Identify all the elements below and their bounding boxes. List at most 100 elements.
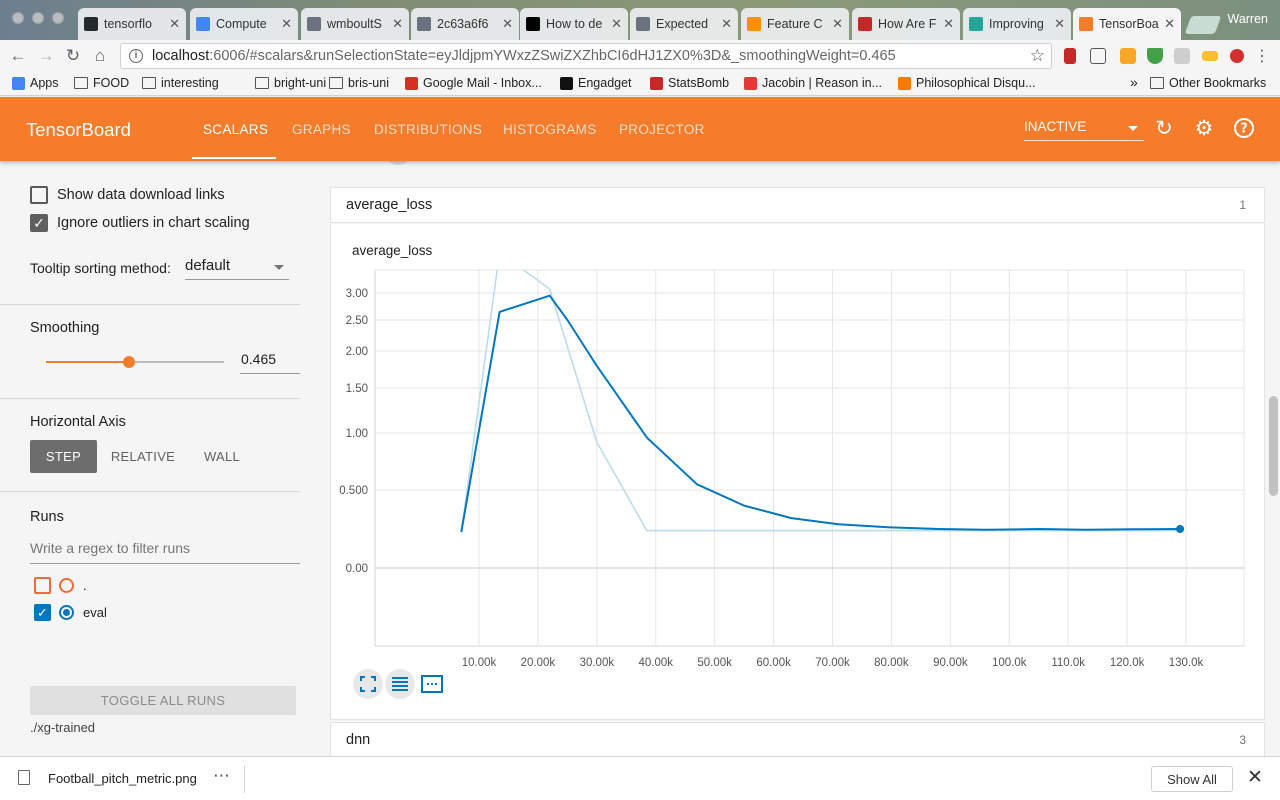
tab-close-icon[interactable]: ✕ [502, 16, 513, 32]
browser-tab[interactable]: Improving ✕ [963, 8, 1071, 40]
tensorboard-icon [1079, 17, 1093, 31]
bookmark-item[interactable]: FOOD [74, 76, 129, 90]
smoothing-input[interactable]: 0.465 [240, 351, 300, 374]
browser-tab[interactable]: How Are F ✕ [852, 8, 960, 40]
browser-tab[interactable]: tensorflo ✕ [78, 8, 186, 40]
axis-wall-button[interactable]: WALL [192, 440, 252, 473]
bookmark-item[interactable]: Apps [12, 76, 59, 90]
new-tab-button[interactable] [1184, 16, 1222, 34]
other-bookmarks-label: Other Bookmarks [1169, 76, 1267, 90]
profile-name[interactable]: Warren [1227, 12, 1268, 26]
window-close-button[interactable] [12, 12, 24, 24]
browser-tab[interactable]: Expected ✕ [630, 8, 738, 40]
collapse-toggle-icon[interactable] [384, 161, 412, 165]
close-download-bar-icon[interactable]: ✕ [1247, 766, 1263, 789]
reload-icon[interactable]: ↻ [63, 46, 83, 66]
run-radio-icon[interactable] [59, 578, 74, 593]
home-icon[interactable]: ⌂ [90, 46, 110, 66]
folder-icon [329, 77, 343, 89]
run-checkbox-unchecked-icon[interactable] [34, 577, 51, 594]
tab-close-icon[interactable]: ✕ [832, 16, 843, 32]
category-header-dnn[interactable]: dnn 3 [330, 722, 1265, 756]
tab-close-icon[interactable]: ✕ [1054, 16, 1065, 32]
expand-fullscreen-icon[interactable] [353, 669, 383, 699]
browser-tab[interactable]: wmboultS ✕ [301, 8, 409, 40]
window-minimize-button[interactable] [32, 12, 44, 24]
cast-icon[interactable] [1090, 48, 1106, 64]
y-tick-label: 0.00 [346, 563, 368, 575]
tensorboard-header: TensorBoard SCALARS GRAPHS DISTRIBUTIONS… [0, 97, 1280, 161]
browser-tab-label: TensorBoa [1099, 17, 1159, 31]
bookmark-item[interactable]: Google Mail - Inbox... [405, 76, 542, 90]
run-checkbox-checked-icon[interactable]: ✓ [34, 604, 51, 621]
tab-distributions[interactable]: DISTRIBUTIONS [374, 122, 482, 137]
refresh-icon[interactable]: ↻ [1152, 116, 1176, 140]
more-options-icon[interactable]: ⋯ [213, 766, 231, 786]
bookmark-item[interactable]: bright-uni [255, 76, 326, 90]
tab-close-icon[interactable]: ✕ [721, 16, 732, 32]
help-icon[interactable]: ? [1232, 116, 1256, 140]
axis-step-button[interactable]: STEP [30, 440, 97, 473]
axis-relative-button[interactable]: RELATIVE [105, 440, 181, 473]
browser-tab[interactable]: Feature C ✕ [741, 8, 849, 40]
series-end-point[interactable] [1176, 525, 1185, 533]
browser-tab[interactable]: How to de ✕ [520, 8, 628, 40]
smoothing-slider[interactable] [46, 356, 224, 368]
browser-tab[interactable]: TensorBoa ✕ [1073, 8, 1181, 40]
extension-shield-icon[interactable] [1147, 48, 1163, 64]
bookmark-item[interactable]: StatsBomb [650, 76, 729, 90]
tab-projector[interactable]: PROJECTOR [619, 122, 705, 137]
extension-note-icon[interactable] [1202, 51, 1218, 61]
tab-close-icon[interactable]: ✕ [1164, 16, 1175, 32]
tab-scalars[interactable]: SCALARS [203, 122, 268, 137]
runs-filter-input[interactable]: Write a regex to filter runs [30, 540, 300, 564]
ignore-outliers-checkbox[interactable]: ✓ Ignore outliers in chart scaling [30, 214, 250, 232]
bookmark-item[interactable]: Engadget [560, 76, 632, 90]
show-download-links-checkbox[interactable]: Show data download links [30, 186, 225, 204]
download-filename[interactable]: Football_pitch_metric.png [48, 771, 197, 786]
tab-close-icon[interactable]: ✕ [392, 16, 403, 32]
log-scale-toggle-icon[interactable] [385, 669, 415, 699]
tab-close-icon[interactable]: ✕ [281, 16, 292, 32]
bookmarks-overflow-chevron-icon[interactable]: » [1130, 74, 1138, 90]
bookmark-star-icon[interactable]: ☆ [1030, 46, 1045, 66]
line-chart[interactable]: 10.00k 20.00k 30.00k 40.00k 50.00k 60.00k 70.0… [331, 224, 1265, 720]
site-info-icon[interactable]: i [129, 49, 143, 63]
tab-graphs[interactable]: GRAPHS [292, 122, 351, 137]
fit-domain-icon[interactable] [417, 669, 447, 699]
back-arrow-icon[interactable]: ← [8, 46, 28, 66]
address-bar[interactable]: i localhost:6006/#scalars&runSelectionSt… [120, 43, 1052, 69]
dashboard-select[interactable]: INACTIVE [1024, 119, 1144, 141]
browser-tab[interactable]: 2c63a6f6 ✕ [411, 8, 519, 40]
tab-histograms[interactable]: HISTOGRAMS [503, 122, 597, 137]
series-line-eval-smoothed[interactable] [460, 294, 1181, 533]
menu-kebab-icon[interactable]: ⋮ [1252, 46, 1272, 66]
run-name: . [83, 578, 87, 593]
run-row-dot[interactable]: . [34, 577, 87, 594]
forward-arrow-icon[interactable]: → [36, 46, 56, 66]
run-radio-selected-icon[interactable] [59, 605, 74, 620]
browser-tab[interactable]: Compute ✕ [190, 8, 298, 40]
bookmark-item[interactable]: Philosophical Disqu... [898, 76, 1036, 90]
tooltip-sorting-select[interactable]: default [185, 257, 289, 280]
bookmark-item[interactable]: interesting [142, 76, 219, 90]
window-zoom-button[interactable] [52, 12, 64, 24]
tab-close-icon[interactable]: ✕ [943, 16, 954, 32]
x-tick-label: 10.00k [462, 657, 497, 669]
extension-honey-icon[interactable] [1120, 48, 1136, 64]
bookmark-item[interactable]: bris-uni [329, 76, 389, 90]
extension-record-icon[interactable] [1230, 49, 1244, 63]
settings-gear-icon[interactable]: ⚙ [1192, 116, 1216, 140]
smoothing-slider-knob[interactable] [122, 356, 135, 368]
page-scrollbar[interactable] [1269, 396, 1278, 496]
tab-close-icon[interactable]: ✕ [611, 16, 622, 32]
extension-bookmark-icon[interactable] [1064, 48, 1076, 64]
toggle-all-runs-button[interactable]: TOGGLE ALL RUNS [30, 686, 296, 715]
show-all-downloads-button[interactable]: Show All [1151, 766, 1233, 792]
extension-page-icon[interactable] [1174, 48, 1190, 64]
tab-close-icon[interactable]: ✕ [169, 16, 180, 32]
run-row-eval[interactable]: ✓ eval [34, 604, 107, 621]
other-bookmarks[interactable]: Other Bookmarks [1150, 76, 1266, 90]
category-header-average-loss[interactable]: average_loss 1 [330, 187, 1265, 223]
bookmark-item[interactable]: Jacobin | Reason in... [744, 76, 882, 90]
